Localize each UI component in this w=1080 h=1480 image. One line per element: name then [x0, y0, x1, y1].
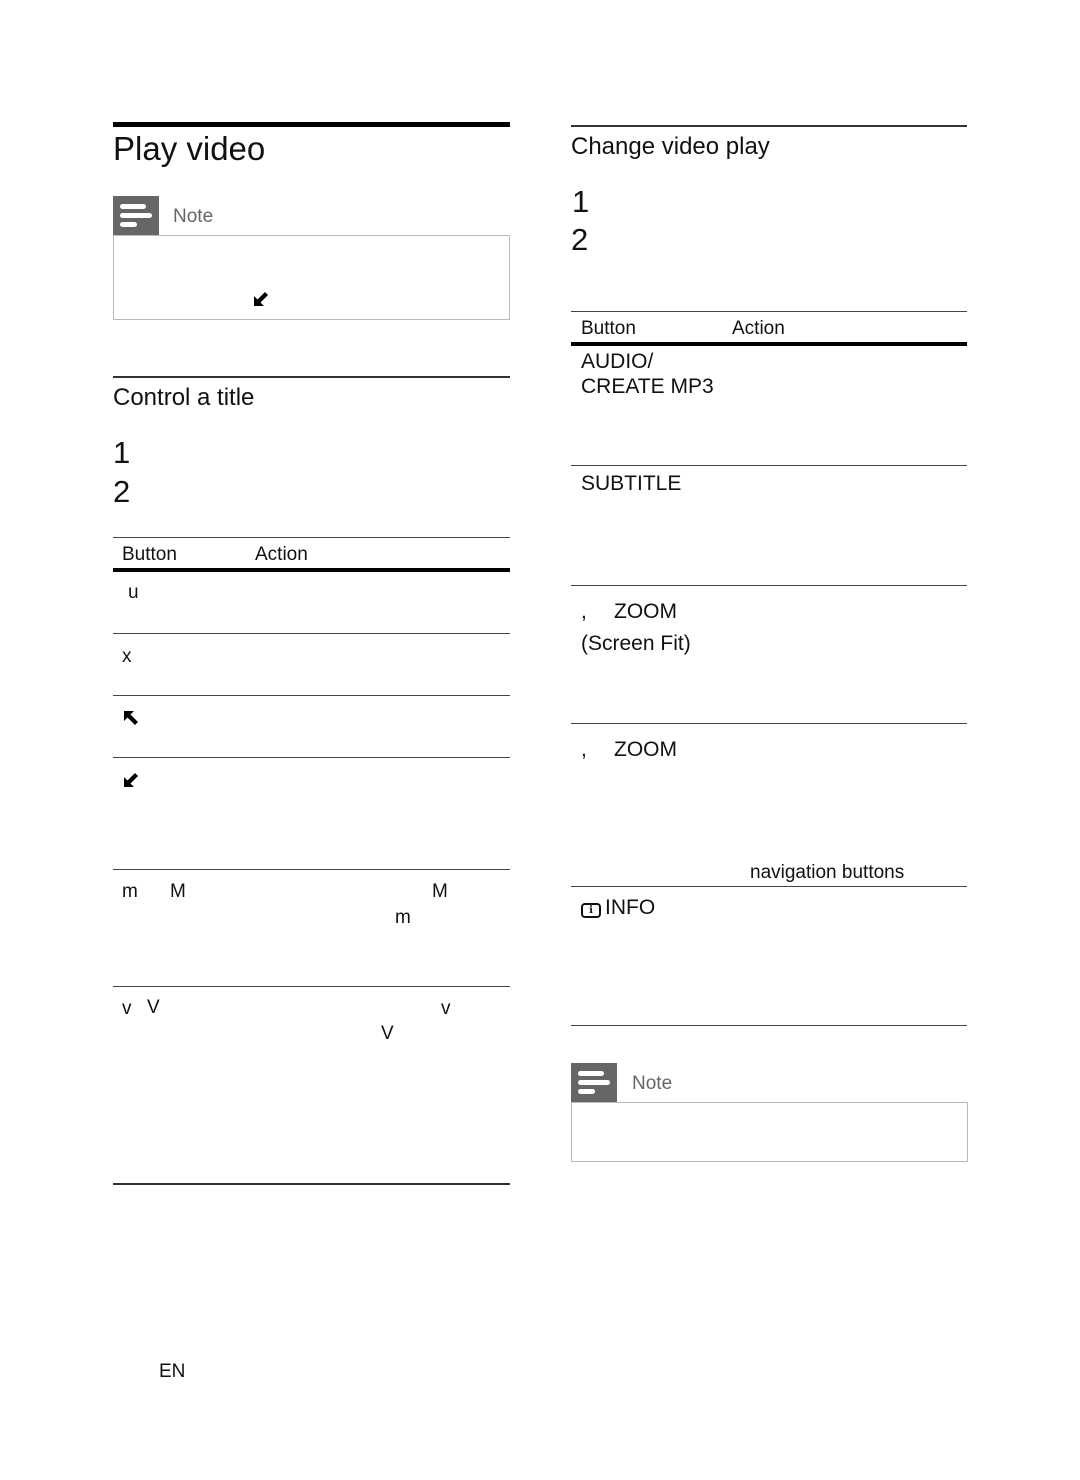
- table-header-rule: [571, 342, 967, 346]
- table-row-button: v: [122, 998, 132, 1019]
- table-row-button: x: [122, 646, 132, 667]
- action-glyph: m: [395, 907, 411, 928]
- note-icon: [113, 196, 159, 236]
- table-row-button: (Screen Fit): [581, 632, 691, 655]
- table-row-button: u: [128, 582, 139, 603]
- table-header-button: Button: [122, 544, 177, 565]
- table-top-rule: [113, 537, 510, 538]
- action-glyph: M: [432, 881, 448, 902]
- note-box: [113, 235, 510, 320]
- row-divider: [571, 723, 967, 724]
- button-prefix: ,: [581, 738, 587, 761]
- row-divider: [571, 585, 967, 586]
- note-icon: [571, 1063, 617, 1103]
- table-row-button: m: [122, 881, 138, 902]
- section-title: Change video play: [571, 133, 770, 160]
- note-label: Note: [632, 1073, 673, 1094]
- table-row-button-alt: M: [170, 881, 186, 902]
- table-row-button: SUBTITLE: [581, 472, 682, 495]
- language-code: EN: [159, 1361, 186, 1382]
- note-box: [571, 1102, 968, 1162]
- info-icon: i: [581, 903, 601, 918]
- table-row-button: i INFO: [581, 895, 655, 920]
- button-prefix: ,: [581, 600, 587, 623]
- step-number: 2: [571, 222, 589, 257]
- table-row-button: ZOOM: [614, 738, 677, 761]
- table-row-button: CREATE MP3: [581, 375, 714, 398]
- back-arrow-icon: [254, 292, 268, 306]
- row-divider: [113, 695, 510, 696]
- table-top-rule: [571, 311, 967, 312]
- section-title: Control a title: [113, 384, 255, 411]
- action-glyph: v: [441, 998, 451, 1019]
- action-text: navigation buttons: [750, 862, 905, 883]
- table-row-button: ZOOM: [614, 600, 677, 623]
- row-divider: [113, 986, 510, 987]
- step-number: 1: [113, 435, 131, 470]
- table-header-rule: [113, 568, 510, 572]
- section-rule: [571, 125, 967, 127]
- table-row-button-alt: V: [147, 997, 160, 1018]
- table-header-action: Action: [255, 544, 308, 565]
- table-bottom-rule: [113, 1183, 510, 1185]
- table-row-button: AUDIO/: [581, 350, 654, 373]
- table-bottom-rule: [571, 1025, 967, 1026]
- section-rule: [113, 122, 510, 127]
- step-number: 1: [572, 184, 590, 219]
- row-divider: [113, 869, 510, 870]
- row-divider: [113, 633, 510, 634]
- table-header-button: Button: [581, 318, 636, 339]
- table-header-action: Action: [732, 318, 785, 339]
- row-divider: [571, 886, 967, 887]
- next-arrow-icon: [124, 773, 138, 787]
- step-number: 2: [113, 474, 131, 509]
- info-label: INFO: [605, 896, 656, 919]
- page-title: Play video: [113, 130, 266, 167]
- row-divider: [571, 465, 967, 466]
- action-glyph: V: [381, 1023, 394, 1044]
- section-rule: [113, 376, 510, 378]
- previous-arrow-icon: [124, 711, 138, 725]
- row-divider: [113, 757, 510, 758]
- note-label: Note: [173, 206, 214, 227]
